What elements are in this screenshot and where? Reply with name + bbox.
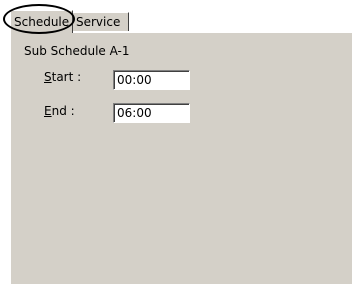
start-label-text: tart : bbox=[51, 70, 82, 84]
end-time-field[interactable]: 06:00 bbox=[113, 103, 190, 123]
start-time-field[interactable]: 00:00 bbox=[113, 70, 190, 90]
end-label-accelerator: E bbox=[44, 104, 52, 118]
end-label: End : bbox=[44, 104, 75, 118]
tab-service-label: Service bbox=[76, 15, 121, 29]
start-label-accelerator: S bbox=[44, 70, 52, 84]
section-title: Sub Schedule A-1 bbox=[24, 44, 130, 58]
dialog-window: Schedule Service Sub Schedule A-1 Start … bbox=[0, 0, 352, 284]
end-label-text: nd : bbox=[51, 104, 75, 118]
schedule-panel: Sub Schedule A-1 Start : 00:00 End : 06:… bbox=[10, 32, 352, 284]
start-label: Start : bbox=[44, 70, 81, 84]
tab-service[interactable]: Service bbox=[72, 12, 129, 31]
tab-schedule-label: Schedule bbox=[14, 15, 70, 29]
tab-schedule[interactable]: Schedule bbox=[10, 10, 73, 33]
